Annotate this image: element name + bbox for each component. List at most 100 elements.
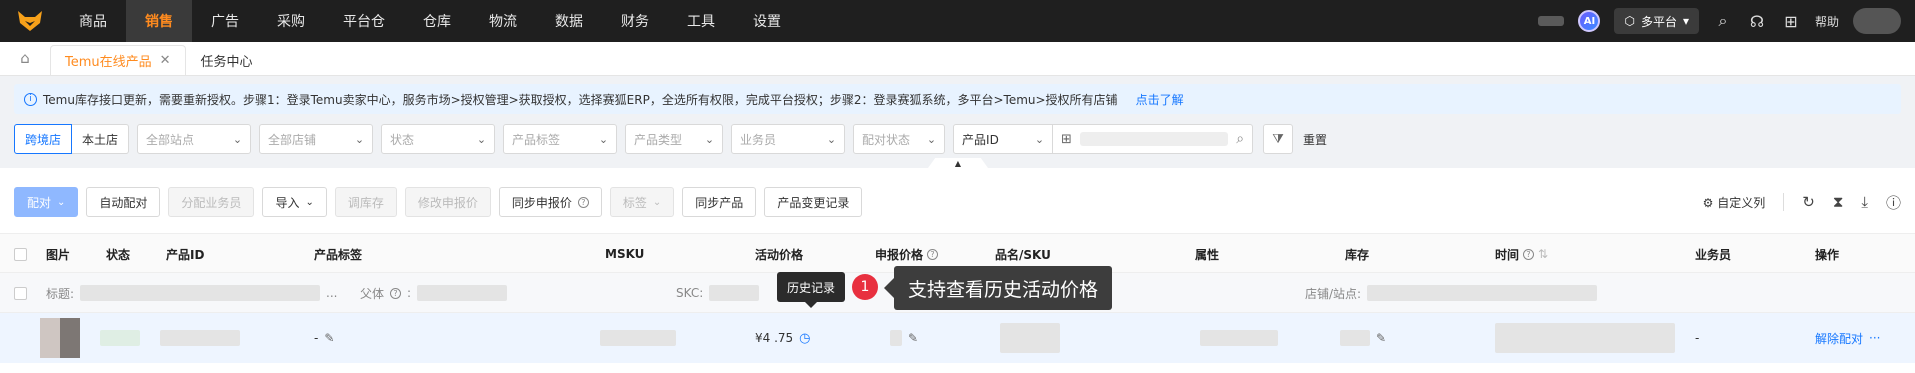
download-icon[interactable]: ⤓ — [1861, 193, 1868, 211]
product-image[interactable] — [40, 313, 80, 363]
sync-products-button[interactable]: 同步产品 — [682, 187, 757, 217]
headset-icon[interactable]: ☊ — [1747, 12, 1767, 31]
home-icon[interactable]: ⌂ — [0, 41, 50, 75]
declared-price-label: 申报价格 — [875, 247, 924, 262]
nav-item-finance[interactable]: 财务 — [602, 0, 668, 42]
notice-learn-more-link[interactable]: 点击了解 — [1136, 91, 1184, 108]
nav-item-data[interactable]: 数据 — [536, 0, 602, 42]
tag-button[interactable]: 标签 ⌄ — [609, 187, 675, 217]
close-icon[interactable]: ✕ — [160, 53, 171, 68]
ai-assistant-button[interactable]: AI — [1578, 10, 1601, 32]
select-all-checkbox[interactable] — [14, 234, 27, 274]
col-activity-price: 活动价格 — [755, 247, 804, 262]
nav-item-settings[interactable]: 设置 — [734, 0, 800, 42]
chevron-down-icon: ⌄ — [704, 132, 715, 146]
help-icon[interactable]: ? — [927, 248, 939, 260]
search-field-label: 产品ID — [962, 132, 999, 147]
custom-columns-button[interactable]: ⚙ 自定义列 — [1703, 194, 1766, 211]
advanced-filter-button[interactable]: ⧩ — [1263, 124, 1294, 154]
nav-item-products[interactable]: 商品 — [60, 0, 126, 42]
nav-item-platform-warehouse[interactable]: 平台仓 — [324, 0, 404, 42]
refresh-icon[interactable]: ↻ — [1802, 193, 1815, 211]
edit-declared-price-button[interactable]: 修改申报价 — [404, 187, 491, 217]
history-clock-icon[interactable]: ◷ — [799, 331, 810, 346]
nav-item-tools[interactable]: 工具 — [668, 0, 734, 42]
chevron-down-icon: ⌄ — [354, 132, 365, 146]
pair-status-select[interactable]: 配对状态 ⌄ — [853, 124, 946, 154]
redacted-product-id — [160, 330, 240, 346]
checkbox[interactable] — [14, 286, 27, 300]
redacted-search-value — [1079, 132, 1229, 146]
chevron-down-icon: ⌄ — [652, 196, 662, 208]
platform-switcher[interactable]: ⬡ 多平台 ▾ — [1614, 8, 1699, 34]
col-actions: 操作 — [1815, 247, 1840, 262]
product-search-input[interactable]: ⊞ ⌕ — [1053, 124, 1254, 154]
tab-temu-online-products[interactable]: Temu在线产品 ✕ — [50, 45, 186, 75]
help-icon[interactable]: ? — [1523, 248, 1535, 260]
nav-item-ads[interactable]: 广告 — [192, 0, 258, 42]
salesperson-select[interactable]: 业务员 ⌄ — [731, 124, 846, 154]
col-product-id: 产品ID — [166, 247, 205, 262]
group-checkbox[interactable] — [14, 273, 27, 313]
apps-grid-icon[interactable]: ⊞ — [1781, 12, 1801, 31]
site-select[interactable]: 全部站点 ⌄ — [137, 124, 252, 154]
hourglass-icon[interactable]: ⧗ — [1833, 193, 1844, 211]
user-avatar[interactable] — [1853, 8, 1901, 34]
shop-select[interactable]: 全部店铺 ⌄ — [259, 124, 374, 154]
redacted-shop — [1367, 285, 1598, 301]
help-circle-icon[interactable]: ⓘ — [1886, 192, 1901, 213]
help-icon[interactable]: ? — [390, 287, 402, 299]
table-row[interactable]: - ✎ ¥4 .75 ◷ ✎ ✎ - 解除配对 ··· — [0, 313, 1915, 363]
name-sku-cell — [1000, 313, 1060, 363]
tab-task-center[interactable]: 任务中心 — [186, 45, 268, 75]
redacted-attributes — [1200, 330, 1278, 346]
reset-button[interactable]: 重置 — [1303, 131, 1327, 148]
redacted-status — [100, 330, 140, 346]
tag-value: - — [314, 331, 319, 345]
product-thumbnail[interactable] — [40, 318, 80, 358]
chevron-down-icon: ⌄ — [305, 196, 314, 208]
pair-button[interactable]: 配对 ⌄ — [14, 187, 79, 217]
help-icon[interactable]: ? — [577, 196, 589, 208]
adjust-stock-button[interactable]: 调库存 — [334, 187, 397, 217]
unpair-link[interactable]: 解除配对 — [1815, 330, 1863, 347]
product-type-select[interactable]: 产品类型 ⌄ — [625, 124, 724, 154]
status-select[interactable]: 状态 ⌄ — [381, 124, 496, 154]
collapse-filters-toggle[interactable]: ▲ — [928, 158, 988, 168]
nav-item-sales[interactable]: 销售 — [126, 0, 192, 42]
app-logo[interactable] — [0, 0, 60, 42]
product-search-combo: 产品ID ⌄ ⊞ ⌕ — [953, 124, 1254, 154]
batch-input-icon[interactable]: ⊞ — [1061, 132, 1072, 147]
pair-status-placeholder: 配对状态 — [862, 132, 911, 147]
sync-declared-price-label: 同步申报价 — [511, 195, 572, 210]
col-image: 图片 — [46, 247, 71, 262]
edit-pencil-icon[interactable]: ✎ — [1376, 331, 1386, 345]
checkbox[interactable] — [14, 247, 27, 261]
more-actions-icon[interactable]: ··· — [1869, 331, 1880, 345]
assign-salesperson-button[interactable]: 分配业务员 — [168, 187, 255, 217]
cross-border-store-option[interactable]: 跨境店 — [14, 124, 73, 154]
edit-pencil-icon[interactable]: ✎ — [324, 331, 334, 345]
col-product-tag: 产品标签 — [314, 247, 363, 262]
search-field-select[interactable]: 产品ID ⌄ — [953, 124, 1054, 154]
nav-item-purchase[interactable]: 采购 — [258, 0, 324, 42]
nav-item-logistics[interactable]: 物流 — [470, 0, 536, 42]
sort-icon[interactable]: ⇅ — [1538, 247, 1548, 261]
col-time: 时间? ⇅ — [1495, 234, 1548, 274]
local-store-option[interactable]: 本土店 — [72, 124, 130, 154]
group-parent: 父体?: — [360, 273, 508, 313]
help-link[interactable]: 帮助 — [1815, 13, 1839, 30]
nav-item-warehouse[interactable]: 仓库 — [404, 0, 470, 42]
edit-pencil-icon[interactable]: ✎ — [908, 331, 918, 345]
search-icon[interactable]: ⌕ — [1713, 11, 1733, 31]
main-nav: 商品 销售 广告 采购 平台仓 仓库 物流 数据 财务 工具 设置 — [60, 0, 800, 42]
product-tag-select[interactable]: 产品标签 ⌄ — [503, 124, 618, 154]
sync-declared-price-button[interactable]: 同步申报价? — [498, 187, 602, 217]
parent-label: 父体 — [360, 286, 385, 301]
title-label: 标题: — [46, 286, 75, 301]
product-change-log-button[interactable]: 产品变更记录 — [764, 187, 863, 217]
auto-pair-button[interactable]: 自动配对 — [86, 187, 161, 217]
search-icon[interactable]: ⌕ — [1236, 131, 1244, 147]
import-button[interactable]: 导入 ⌄ — [262, 187, 327, 217]
site-select-placeholder: 全部站点 — [146, 132, 195, 147]
